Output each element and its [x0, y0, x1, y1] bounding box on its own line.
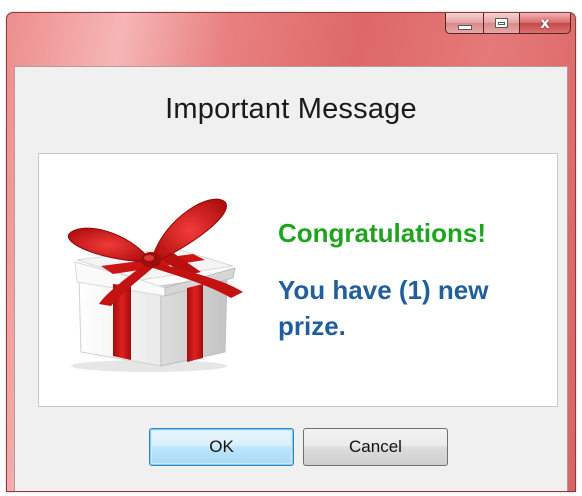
- message-panel: Congratulations! You have (1) new prize.: [38, 153, 558, 407]
- close-button[interactable]: x: [519, 13, 571, 34]
- minimize-icon: [457, 24, 472, 30]
- dialog-body: Important Message Congratulations! You h…: [14, 66, 568, 491]
- maximize-icon: [495, 18, 508, 28]
- ok-button[interactable]: OK: [149, 428, 294, 466]
- congratulations-text: Congratulations!: [278, 218, 486, 248]
- maximize-button[interactable]: [483, 13, 519, 34]
- close-icon: x: [540, 13, 550, 32]
- cancel-button[interactable]: Cancel: [303, 428, 448, 466]
- gift-box-icon: [67, 198, 243, 372]
- dialog-title: Important Message: [165, 93, 417, 125]
- dialog-window: x Important Message Congratulations! You…: [6, 12, 576, 492]
- minimize-button[interactable]: [445, 13, 483, 34]
- caption-buttons: x: [445, 13, 571, 34]
- prize-message: You have (1) new prize.: [278, 275, 489, 341]
- title-bar[interactable]: x: [7, 13, 575, 66]
